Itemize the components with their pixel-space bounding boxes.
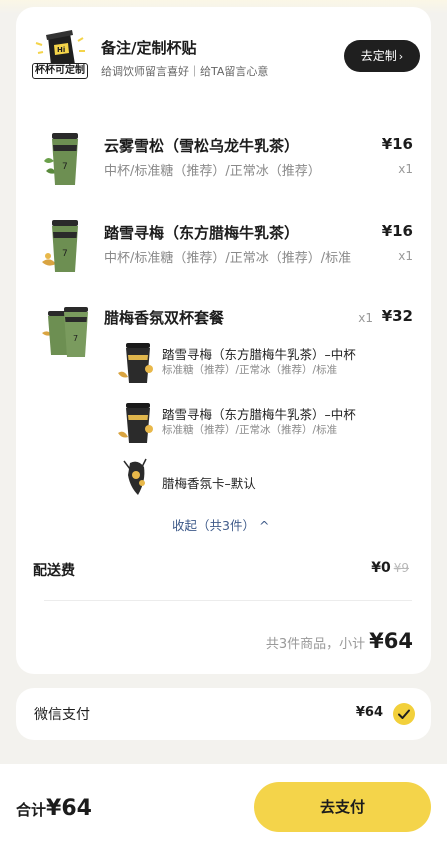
item-spec: 中杯/标准糖（推荐）/正常冰（推荐）/标准	[104, 251, 352, 266]
set-component-item: 踏雪寻梅（东方腊梅牛乳茶）–中杯 标准糖（推荐）/正常冰（推荐）/标准	[116, 401, 416, 449]
custom-title: 备注/定制杯贴	[101, 39, 197, 57]
order-item[interactable]: 7 踏雪寻梅（东方腊梅牛乳茶） 中杯/标准糖（推荐）/正常冰（推荐）/标准 ¥1…	[16, 218, 431, 290]
chevron-up-icon: ^	[258, 518, 270, 533]
svg-text:7: 7	[62, 162, 68, 172]
summary-text: 共3件商品，小计	[265, 637, 366, 652]
custom-logo-tag: 杯杯可定制	[32, 63, 88, 79]
set-component-spec: 标准糖（推荐）/正常冰（推荐）/标准	[162, 424, 338, 436]
set-component-item: 踏雪寻梅（东方腊梅牛乳茶）–中杯 标准糖（推荐）/正常冰（推荐）/标准	[116, 341, 416, 389]
svg-text:7: 7	[62, 249, 68, 259]
green-tea-cup-icon: 7	[44, 133, 78, 185]
set-meal-name: 腊梅香氛双杯套餐	[104, 309, 225, 327]
go-customize-button[interactable]: 去定制 ›	[344, 40, 420, 72]
set-component-spec: 标准糖（推荐）/正常冰（推荐）/标准	[162, 364, 338, 376]
delivery-fee: ¥0 ¥9	[371, 560, 409, 576]
delivery-fee-original: ¥9	[393, 561, 409, 575]
set-component-name: 踏雪寻梅（东方腊梅牛乳茶）–中杯	[162, 347, 356, 362]
set-component-item: 腊梅香氛卡–默认	[116, 457, 416, 505]
set-component-name: 腊梅香氛卡–默认	[162, 476, 256, 491]
order-card: Hi 杯杯可定制 备注/定制杯贴 给调饮师留言喜好｜给TA留言心意 去定制 › 7…	[16, 7, 431, 674]
checkout-bar: 合计¥64 去支付	[0, 764, 447, 842]
set-meal-price: ¥32	[381, 307, 413, 325]
order-item[interactable]: 7 云雾雪松（雪松乌龙牛乳茶） 中杯/标准糖（推荐）/正常冰（推荐） ¥16 x…	[16, 131, 431, 203]
item-spec: 中杯/标准糖（推荐）/正常冰（推荐）	[104, 164, 321, 179]
pay-button[interactable]: 去支付	[254, 782, 431, 832]
payment-method[interactable]: 微信支付 ¥64	[16, 688, 431, 740]
green-tea-cup-icon: 7	[42, 220, 78, 272]
set-component-name: 踏雪寻梅（东方腊梅牛乳茶）–中杯	[162, 407, 356, 422]
black-tea-cup-icon	[118, 403, 153, 443]
double-cup-icon: 7	[42, 307, 88, 357]
total-label: 合计	[16, 801, 47, 819]
delivery-fee-price: ¥0	[371, 560, 391, 576]
item-name: 踏雪寻梅（东方腊梅牛乳茶）	[104, 224, 300, 242]
delivery-fee-label: 配送费	[33, 563, 75, 579]
black-tea-cup-icon	[118, 343, 153, 383]
chevron-right-icon: ›	[398, 50, 404, 63]
collapse-label: 收起（共3件）	[172, 518, 255, 533]
order-summary: 共3件商品，小计 ¥64	[266, 629, 413, 653]
total-amount: ¥64	[46, 796, 92, 821]
item-price: ¥16	[381, 135, 413, 153]
custom-subtitle: 给调饮师留言喜好｜给TA留言心意	[101, 65, 269, 78]
collapse-toggle[interactable]: 收起（共3件） ^	[172, 515, 269, 534]
summary-total: ¥64	[369, 629, 413, 653]
svg-text:Hi: Hi	[57, 46, 65, 54]
plum-card-icon	[123, 458, 147, 495]
payment-method-label: 微信支付	[34, 707, 90, 723]
total-area: 合计¥64	[16, 796, 92, 821]
item-qty: x1	[398, 162, 413, 176]
payment-amount: ¥64	[355, 705, 383, 720]
checkmark-glyph	[398, 709, 410, 719]
set-meal-qty: x1	[358, 311, 373, 325]
divider	[44, 600, 412, 601]
item-name: 云雾雪松（雪松乌龙牛乳茶）	[104, 137, 300, 155]
item-qty: x1	[398, 249, 413, 263]
item-price: ¥16	[381, 222, 413, 240]
go-customize-label: 去定制	[360, 49, 397, 63]
check-icon[interactable]	[393, 703, 415, 725]
svg-text:7: 7	[73, 334, 78, 343]
